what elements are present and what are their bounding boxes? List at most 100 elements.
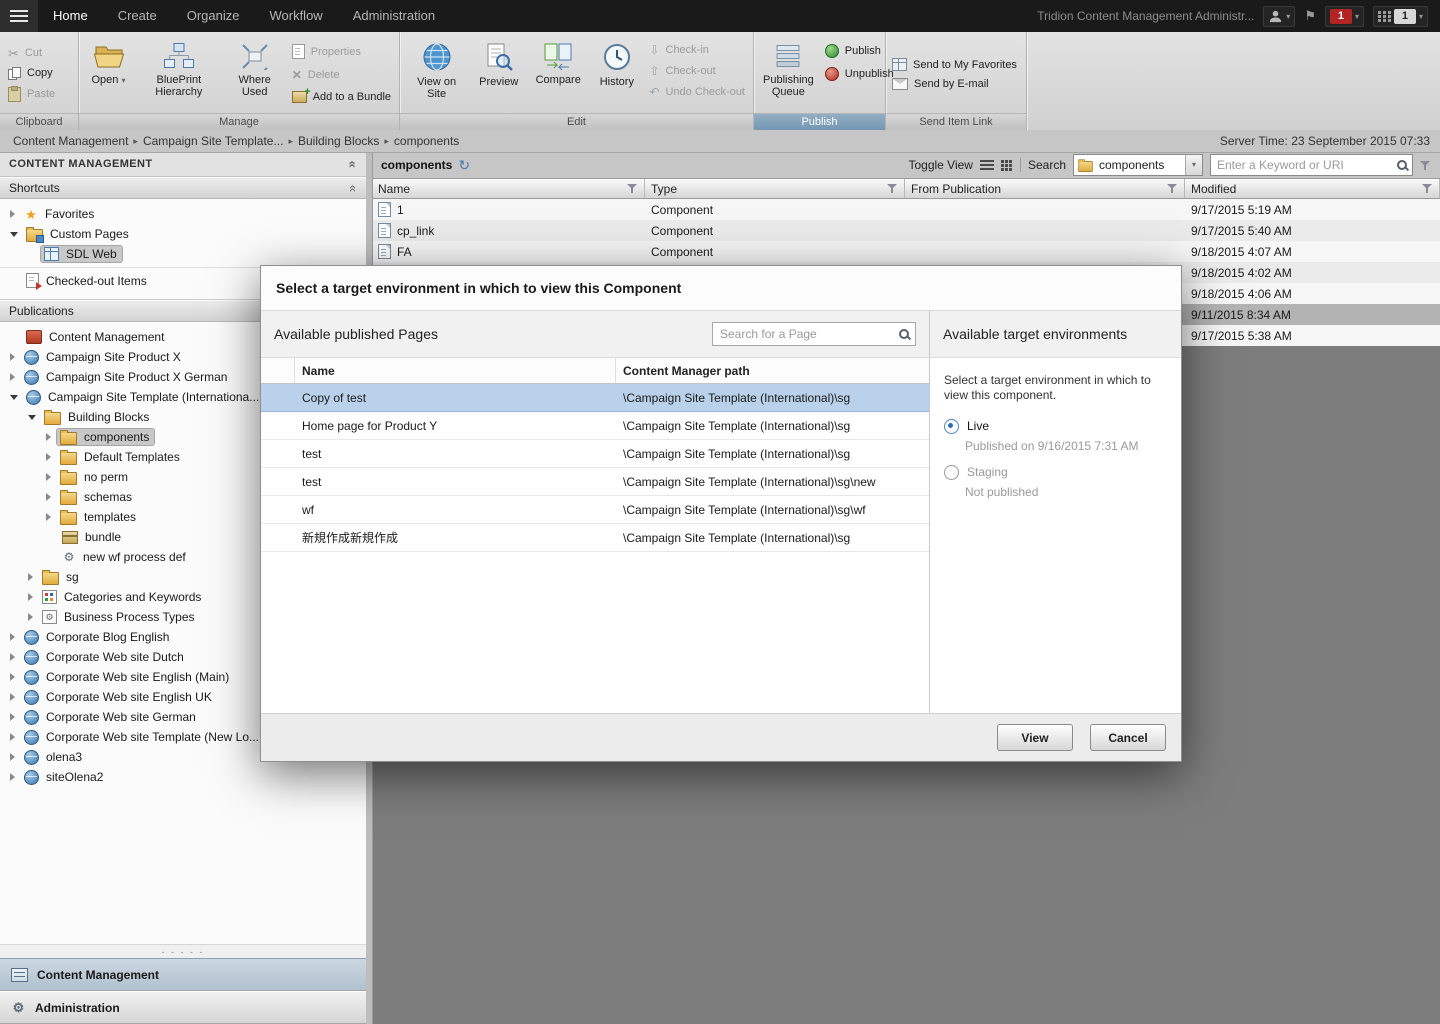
page-row[interactable]: 新規作成新規作成\Campaign Site Template (Interna… (261, 524, 929, 552)
expander-right-icon[interactable] (10, 373, 15, 381)
view-on-site-button[interactable]: View on Site (404, 35, 469, 113)
expander-down-icon[interactable] (10, 395, 18, 400)
expander-right-icon[interactable] (28, 573, 33, 581)
open-button[interactable]: Open ▾ (83, 35, 134, 113)
user-avatar[interactable]: ▾ (1263, 6, 1295, 27)
shortcuts-section-header[interactable]: Shortcuts « (0, 177, 366, 199)
table-row[interactable]: 1Component9/17/2015 5:19 AM (372, 199, 1440, 220)
expander-right-icon[interactable] (10, 633, 15, 641)
expander-down-icon[interactable] (28, 415, 36, 420)
chevron-down-icon[interactable]: ▾ (1185, 155, 1202, 175)
column-header-name[interactable]: Name (372, 179, 645, 198)
breadcrumb-item-building-blocks[interactable]: Building Blocks (295, 134, 382, 148)
search-icon[interactable] (898, 328, 911, 341)
check-in-button[interactable]: ⇩Check-in (649, 44, 745, 56)
filter-funnel-icon[interactable] (1422, 183, 1433, 194)
queue-status-dropdown[interactable]: 1 ▾ (1373, 6, 1428, 27)
menu-organize[interactable]: Organize (172, 0, 255, 32)
expander-right-icon[interactable] (10, 673, 15, 681)
send-by-email-button[interactable]: Send by E-mail (892, 78, 1022, 90)
unpublish-button[interactable]: Unpublish (825, 67, 894, 81)
breadcrumb-item-content-management[interactable]: Content Management (10, 134, 131, 148)
blueprint-hierarchy-button[interactable]: BluePrint Hierarchy (136, 35, 222, 113)
page-search-input[interactable] (713, 327, 898, 341)
table-row[interactable]: cp_linkComponent9/17/2015 5:40 AM (372, 220, 1440, 241)
page-row[interactable]: Home page for Product Y\Campaign Site Te… (261, 412, 929, 440)
expander-right-icon[interactable] (10, 693, 15, 701)
undo-check-out-button[interactable]: ↶Undo Check-out (649, 86, 745, 98)
tree-item-favorites[interactable]: Favorites (0, 204, 366, 224)
cancel-button[interactable]: Cancel (1090, 724, 1166, 751)
menu-create[interactable]: Create (103, 0, 172, 32)
panel-resize-handle[interactable]: - - - - - (0, 944, 366, 958)
publishing-queue-button[interactable]: Publishing Queue (758, 35, 819, 113)
expander-right-icon[interactable] (10, 753, 15, 761)
menu-administration[interactable]: Administration (338, 0, 450, 32)
search-icon[interactable] (1396, 159, 1409, 172)
collapse-shortcuts-icon[interactable]: « (346, 184, 361, 191)
breadcrumb-item-components[interactable]: components (391, 134, 462, 148)
expander-right-icon[interactable] (46, 453, 51, 461)
filter-funnel-icon[interactable] (887, 183, 898, 194)
send-to-favorites-button[interactable]: Send to My Favorites (892, 58, 1022, 71)
copy-button[interactable]: Copy (8, 67, 74, 80)
filter-funnel-icon[interactable] (1420, 160, 1431, 171)
expander-right-icon[interactable] (46, 473, 51, 481)
expander-right-icon[interactable] (10, 713, 15, 721)
refresh-icon[interactable]: ↻ (458, 158, 470, 172)
view-button[interactable]: View (997, 724, 1073, 751)
page-row[interactable]: Copy of test\Campaign Site Template (Int… (261, 384, 929, 412)
pages-column-path[interactable]: Content Manager path (616, 358, 929, 383)
breadcrumb-item-campaign-site-template[interactable]: Campaign Site Template... (140, 134, 287, 148)
tree-item-custom-pages[interactable]: Custom Pages (0, 224, 366, 244)
column-header-modified[interactable]: Modified (1185, 179, 1440, 198)
expander-right-icon[interactable] (10, 353, 15, 361)
check-out-button[interactable]: ⇧Check-out (649, 65, 745, 77)
keyword-search-input[interactable] (1211, 158, 1396, 172)
expander-down-icon[interactable] (10, 232, 18, 237)
panel-content-management[interactable]: Content Management (0, 958, 366, 991)
column-header-from-publication[interactable]: From Publication (905, 179, 1185, 198)
paste-button[interactable]: Paste (8, 87, 74, 102)
grid-view-icon[interactable] (1001, 160, 1013, 171)
search-scope-dropdown[interactable]: components ▾ (1073, 154, 1203, 176)
page-row[interactable]: wf\Campaign Site Template (International… (261, 496, 929, 524)
page-row[interactable]: test\Campaign Site Template (Internation… (261, 468, 929, 496)
environment-radio-row[interactable]: Live (944, 419, 1167, 434)
hamburger-menu-icon[interactable] (0, 0, 38, 32)
filter-funnel-icon[interactable] (627, 183, 638, 194)
history-button[interactable]: History (590, 35, 643, 113)
page-row[interactable]: test\Campaign Site Template (Internation… (261, 440, 929, 468)
expander-right-icon[interactable] (10, 733, 15, 741)
delete-button[interactable]: ✕Delete (292, 68, 391, 82)
table-row[interactable]: FAComponent9/18/2015 4:07 AM (372, 241, 1440, 262)
panel-administration[interactable]: Administration (0, 991, 366, 1024)
column-header-type[interactable]: Type (645, 179, 905, 198)
where-used-button[interactable]: Where Used (224, 35, 286, 113)
list-view-icon[interactable] (980, 160, 994, 171)
tree-item-siteolena2[interactable]: siteOlena2 (0, 767, 366, 787)
filter-funnel-icon[interactable] (1167, 183, 1178, 194)
message-alert-dropdown[interactable]: 1 ▾ (1325, 6, 1364, 27)
menu-workflow[interactable]: Workflow (254, 0, 337, 32)
cut-button[interactable]: ✂Cut (8, 47, 74, 60)
environment-radio-row[interactable]: Staging (944, 465, 1167, 480)
compare-button[interactable]: Compare (528, 35, 588, 113)
add-to-bundle-button[interactable]: Add to a Bundle (292, 91, 391, 103)
expander-right-icon[interactable] (28, 613, 33, 621)
expander-right-icon[interactable] (28, 593, 33, 601)
properties-button[interactable]: Properties (292, 44, 391, 59)
expander-right-icon[interactable] (10, 653, 15, 661)
tree-item-sdl-web[interactable]: SDL Web (0, 244, 366, 264)
pages-column-name[interactable]: Name (295, 358, 616, 383)
expander-right-icon[interactable] (46, 433, 51, 441)
radio-unselected-icon[interactable] (944, 465, 959, 480)
publish-button[interactable]: Publish (825, 44, 894, 58)
menu-home[interactable]: Home (38, 0, 103, 32)
radio-selected-icon[interactable] (944, 419, 959, 434)
expander-right-icon[interactable] (46, 493, 51, 501)
expander-right-icon[interactable] (46, 513, 51, 521)
preview-button[interactable]: Preview (471, 35, 526, 113)
collapse-sidebar-icon[interactable]: « (346, 160, 361, 168)
notification-flag-icon[interactable]: ⚑ (1304, 8, 1316, 24)
